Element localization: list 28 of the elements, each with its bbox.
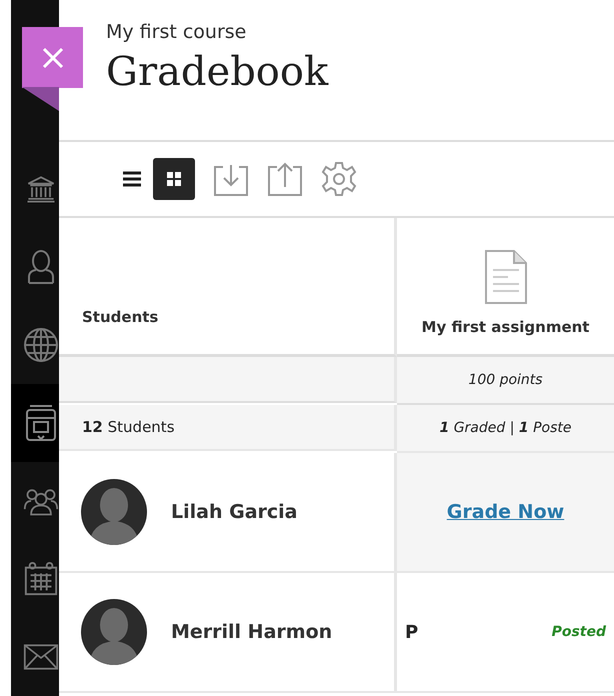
upload-icon[interactable] xyxy=(267,161,303,197)
course-box-icon xyxy=(24,404,58,442)
globe-icon xyxy=(23,327,59,363)
nav-item[interactable] xyxy=(11,384,59,462)
points-text: 100 points xyxy=(397,357,614,405)
list-icon xyxy=(123,171,141,187)
grid-view-button[interactable] xyxy=(153,158,195,200)
grade-value: P xyxy=(405,622,418,642)
avatar-icon xyxy=(81,599,147,665)
grading-status: 1 Graded | 1 Poste xyxy=(397,405,614,453)
person-icon xyxy=(26,249,56,285)
course-name: My first course xyxy=(106,21,248,43)
page-title: Gradebook xyxy=(106,49,330,95)
close-icon xyxy=(40,46,64,70)
calendar-icon xyxy=(23,560,59,598)
grade-now-link[interactable]: Grade Now xyxy=(446,501,564,523)
student-name[interactable]: Merrill Harmon xyxy=(171,621,332,643)
assignment-title: My first assignment xyxy=(422,318,590,336)
student-name[interactable]: Lilah Garcia xyxy=(171,501,298,523)
student-count: 12 Students xyxy=(59,405,397,451)
posted-status: Posted xyxy=(552,624,606,640)
close-button[interactable] xyxy=(22,27,83,88)
document-icon xyxy=(482,248,528,306)
avatar-icon xyxy=(81,479,147,545)
ribbon-fold-icon xyxy=(22,87,59,111)
mail-icon xyxy=(23,642,59,672)
settings-icon[interactable] xyxy=(321,161,357,197)
grid-icon xyxy=(166,171,182,187)
